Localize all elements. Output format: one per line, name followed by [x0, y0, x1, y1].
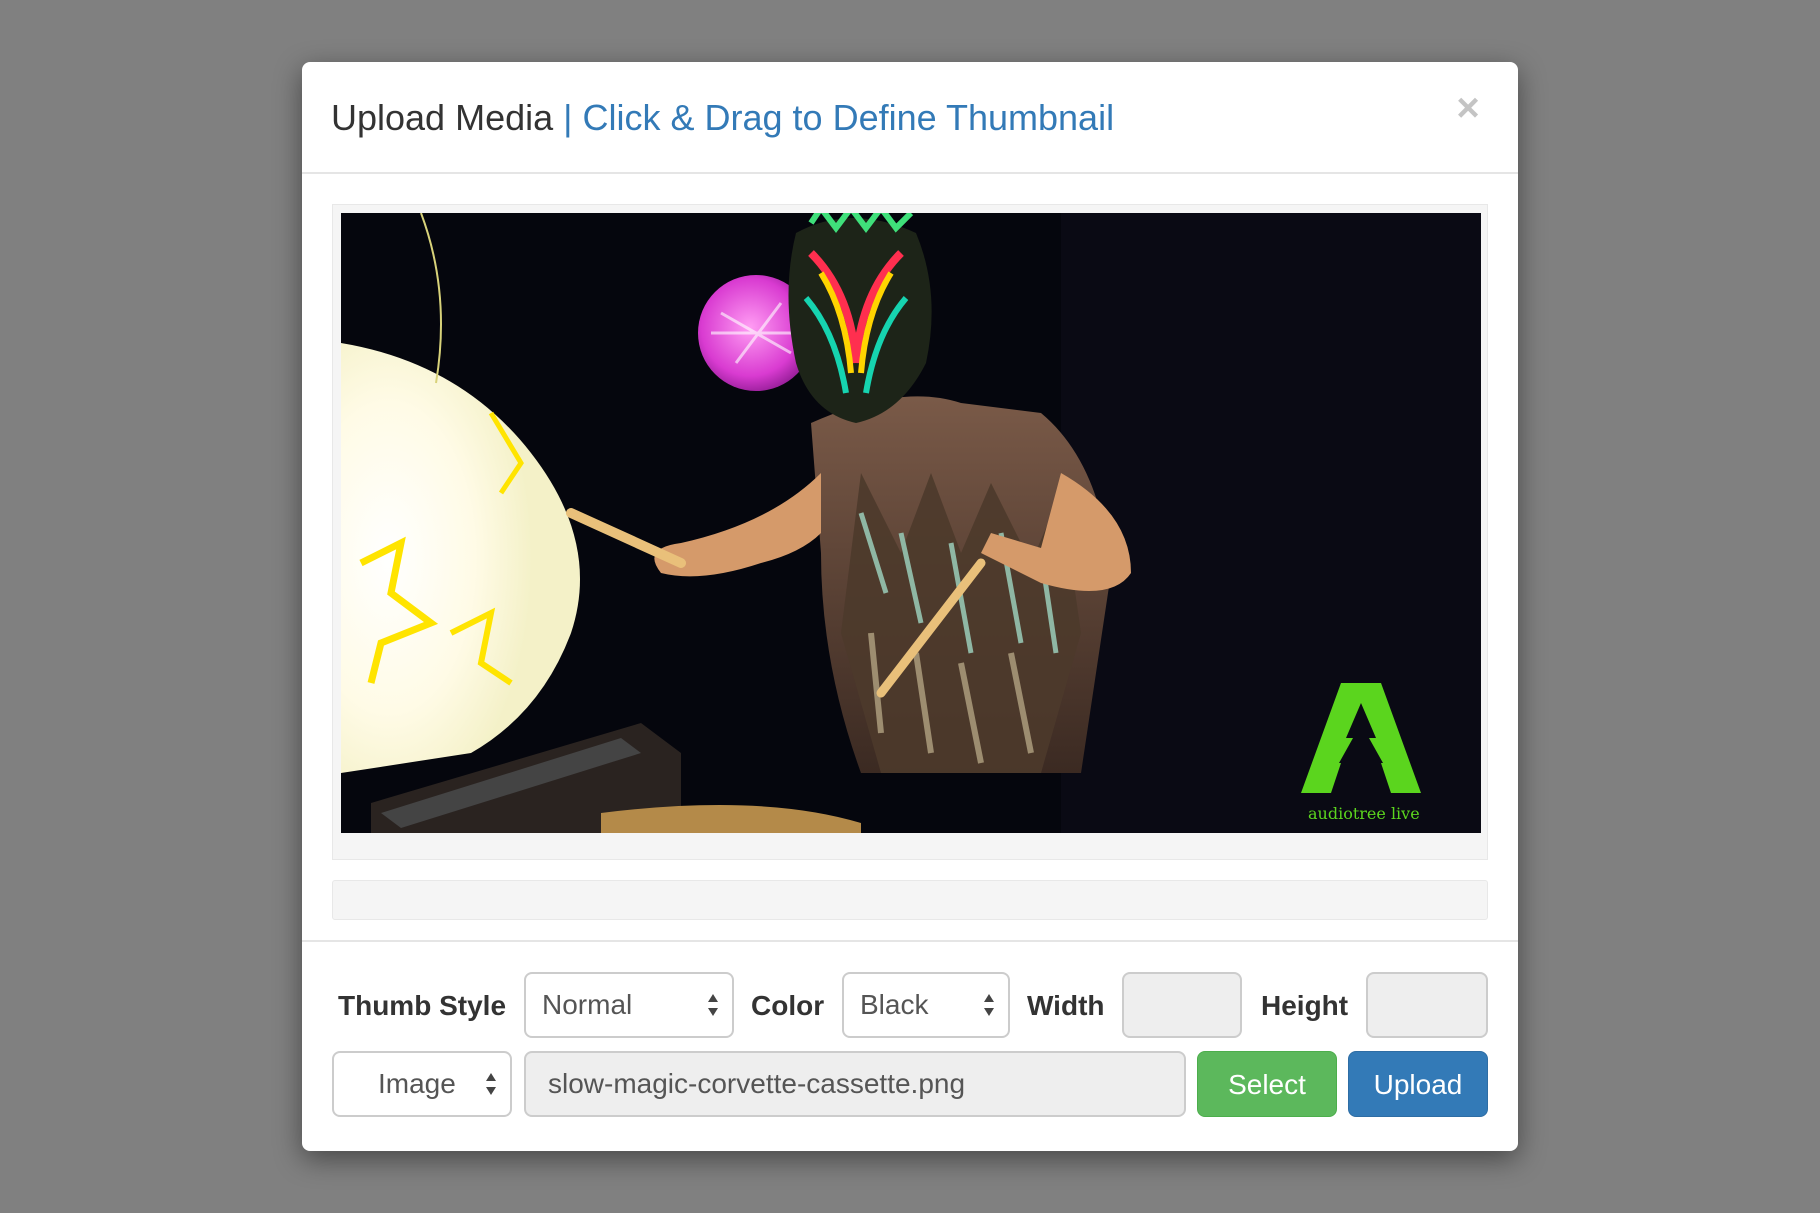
thumbnail-crop-area[interactable]: audiotree live: [341, 213, 1481, 833]
upload-button[interactable]: Upload: [1348, 1051, 1488, 1117]
modal-title-main: Upload Media: [331, 97, 554, 138]
preview-photo: audiotree live: [341, 213, 1481, 833]
modal-title-instruction: | Click & Drag to Define Thumbnail: [563, 97, 1115, 138]
file-name-value: slow-magic-corvette-cassette.png: [548, 1068, 966, 1099]
width-input[interactable]: [1122, 972, 1242, 1038]
modal-title: Upload Media | Click & Drag to Define Th…: [331, 96, 1114, 140]
select-arrows-icon: [708, 994, 718, 1016]
close-icon: ×: [1456, 86, 1480, 130]
upload-media-modal: Upload Media | Click & Drag to Define Th…: [302, 62, 1518, 1151]
color-label: Color: [751, 990, 825, 1021]
thumb-style-label: Thumb Style: [338, 990, 507, 1021]
media-type-value: Image: [378, 1068, 456, 1099]
thumbnail-preview-frame: audiotree live: [332, 204, 1488, 860]
modal-footer: Thumb Style Normal Color Black Width Hei…: [302, 940, 1518, 1151]
media-type-select[interactable]: Image: [332, 1051, 512, 1117]
select-arrows-icon: [984, 994, 994, 1016]
modal-header: Upload Media | Click & Drag to Define Th…: [302, 62, 1518, 174]
width-label: Width: [1027, 990, 1105, 1021]
thumb-style-select[interactable]: Normal: [524, 972, 734, 1038]
close-button[interactable]: ×: [1448, 88, 1488, 128]
select-file-button[interactable]: Select: [1197, 1051, 1337, 1117]
color-select[interactable]: Black: [842, 972, 1010, 1038]
height-label: Height: [1261, 990, 1349, 1021]
select-arrows-icon: [486, 1073, 496, 1095]
upload-progress-bar: [332, 880, 1488, 920]
thumb-style-value: Normal: [542, 989, 633, 1020]
color-value: Black: [860, 989, 929, 1020]
file-name-field[interactable]: slow-magic-corvette-cassette.png: [524, 1051, 1186, 1117]
height-input[interactable]: [1366, 972, 1488, 1038]
watermark-text: audiotree live: [1308, 804, 1420, 823]
